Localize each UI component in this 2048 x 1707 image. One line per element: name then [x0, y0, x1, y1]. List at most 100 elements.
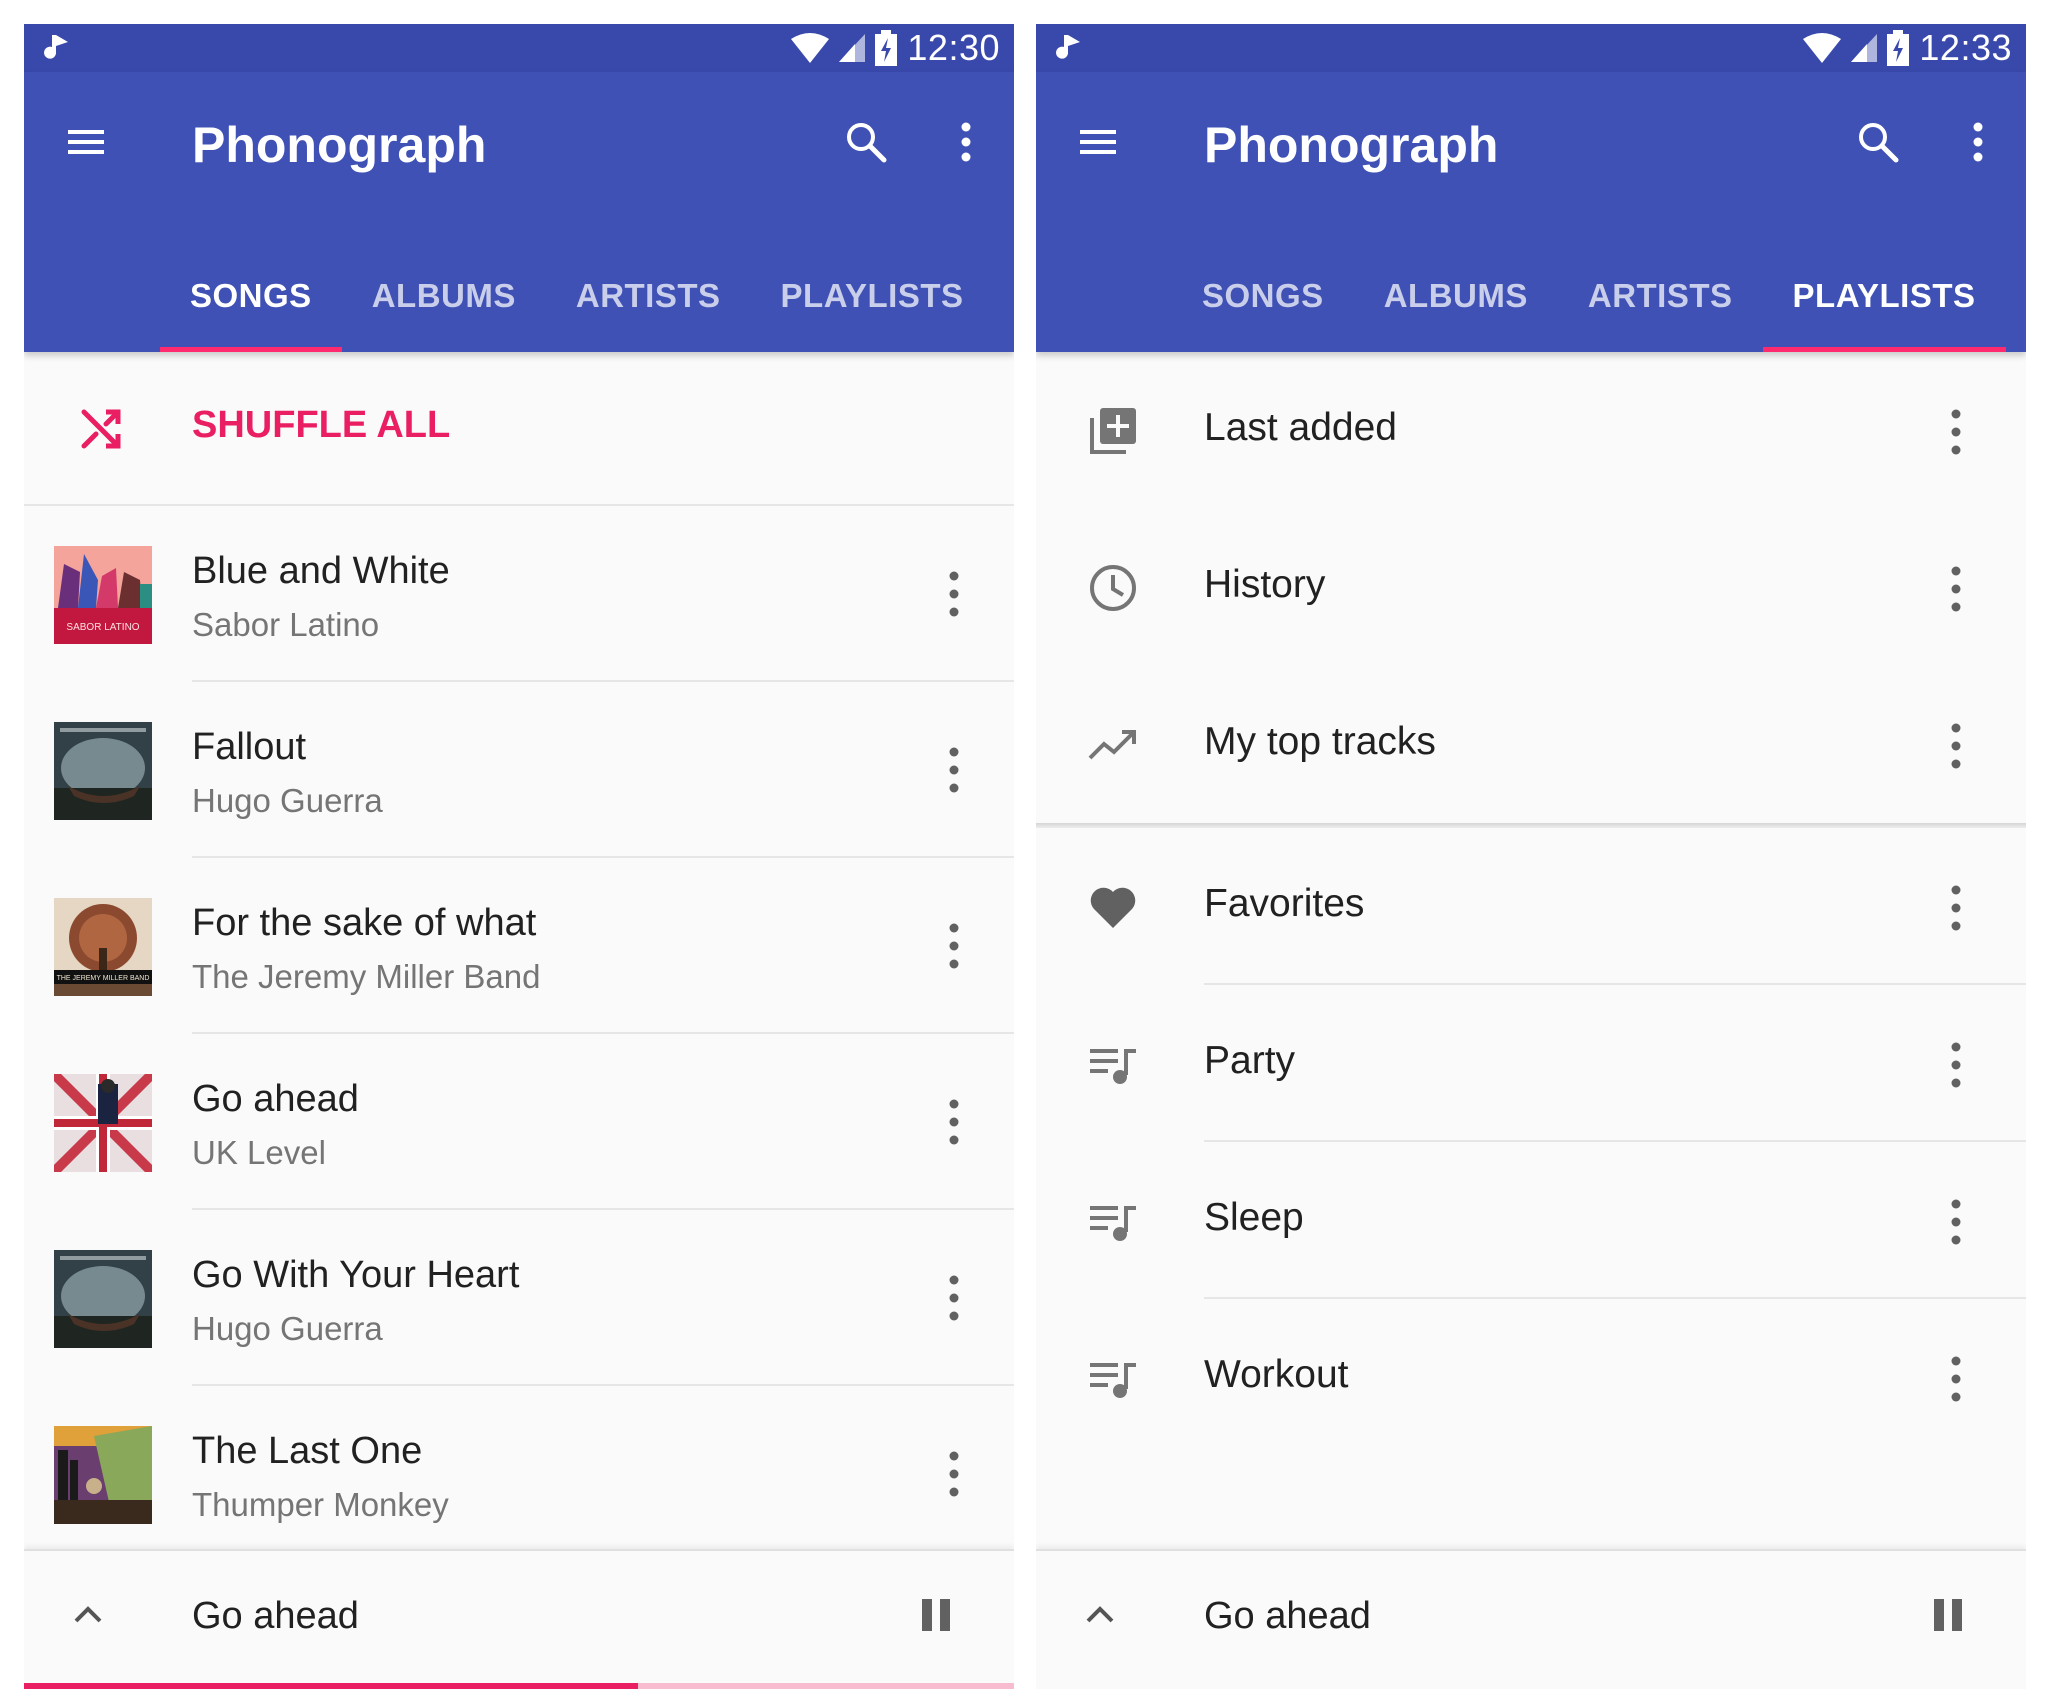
search-icon[interactable] [838, 114, 894, 170]
search-icon[interactable] [1850, 114, 1906, 170]
song-row[interactable]: Fallout Hugo Guerra [24, 682, 1014, 858]
more-vert-icon[interactable] [944, 1094, 964, 1150]
tab-artists[interactable]: ARTISTS [546, 240, 751, 352]
playlist-row-top-tracks[interactable]: My top tracks [1036, 666, 2026, 823]
song-row[interactable]: THE JEREMY MILLER BAND For the sake of w… [24, 858, 1014, 1034]
queue-music-icon [1090, 1049, 1136, 1084]
playlist-label: My top tracks [1204, 720, 1436, 763]
status-time: 12:33 [1919, 27, 2012, 68]
tab-bar: SONGS ALBUMS ARTISTS PLAYLISTS [1172, 240, 2006, 352]
album-art-fallout [54, 722, 152, 820]
queue-music-icon [1090, 1206, 1136, 1241]
song-row[interactable]: The Last One Thumper Monkey [24, 1386, 1014, 1562]
wifi-icon [1803, 33, 1842, 63]
chevron-up-icon[interactable] [68, 1595, 108, 1635]
more-vert-icon[interactable] [1946, 718, 1966, 774]
cell-signal-icon [1851, 34, 1878, 62]
clock-icon [1090, 565, 1136, 611]
app-toolbar: Phonograph SONGS ALBUMS ARTISTS PLAYLIST… [1036, 72, 2026, 352]
status-bar: 12:30 [24, 24, 1014, 72]
menu-icon[interactable] [58, 118, 114, 166]
playlist-label: Last added [1204, 406, 1398, 449]
song-title: Go With Your Heart [192, 1254, 520, 1296]
queue-music-icon [1090, 1363, 1136, 1398]
more-vert-icon[interactable] [1946, 1351, 1966, 1407]
app-title: Phonograph [1204, 117, 1499, 173]
song-list: SHUFFLE ALL SABOR LATINO Blue and White … [24, 352, 1014, 1562]
playlist-label: Sleep [1204, 1196, 1304, 1239]
chevron-up-icon[interactable] [1080, 1595, 1120, 1635]
tab-songs[interactable]: SONGS [1172, 240, 1354, 352]
playlist-row-favorites[interactable]: Favorites [1036, 828, 2026, 985]
now-playing-title[interactable]: Go ahead [192, 1595, 359, 1638]
song-artist: Sabor Latino [192, 606, 380, 643]
more-vert-icon[interactable] [944, 918, 964, 974]
more-vert-icon[interactable] [1946, 561, 1966, 617]
more-vert-icon[interactable] [1946, 404, 1966, 460]
svg-text:THE JEREMY MILLER BAND: THE JEREMY MILLER BAND [57, 975, 150, 982]
song-row[interactable]: Go ahead UK Level [24, 1034, 1014, 1210]
battery-charging-icon [875, 30, 898, 66]
more-vert-icon[interactable] [944, 566, 964, 622]
playback-progress-fill [24, 1683, 638, 1689]
song-row[interactable]: SABOR LATINO Blue and White Sabor Latino [24, 506, 1014, 682]
phonograph-notification-icon [44, 35, 68, 59]
more-vert-icon[interactable] [946, 114, 986, 170]
more-vert-icon[interactable] [944, 1270, 964, 1326]
trending-up-icon [1088, 730, 1136, 760]
tab-playlists[interactable]: PLAYLISTS [1762, 240, 2006, 352]
playlist-label: Favorites [1204, 882, 1365, 925]
playback-progress[interactable] [24, 1683, 1014, 1689]
menu-icon[interactable] [1070, 118, 1126, 166]
song-artist: Hugo Guerra [192, 1310, 383, 1347]
tab-bar: SONGS ALBUMS ARTISTS PLAYLISTS [160, 240, 994, 352]
mini-player[interactable]: Go ahead [24, 1549, 1014, 1689]
songs-screen: 12:30 Phonograph SONGS ALBUMS ARTISTS PL… [24, 24, 1014, 1689]
app-title: Phonograph [192, 117, 487, 173]
playlist-label: Party [1204, 1039, 1296, 1082]
playlist-row-sleep[interactable]: Sleep [1036, 1142, 2026, 1299]
mini-player[interactable]: Go ahead [1036, 1549, 2026, 1689]
tab-albums[interactable]: ALBUMS [342, 240, 546, 352]
album-art-thumper-monkey [54, 1426, 152, 1524]
playlist-row-last-added[interactable]: Last added [1036, 352, 2026, 509]
status-bar: 12:33 [1036, 24, 2026, 72]
status-time: 12:30 [907, 27, 1000, 68]
tab-playlists[interactable]: PLAYLISTS [751, 240, 994, 352]
playlist-label: Workout [1204, 1353, 1349, 1396]
playlist-row-party[interactable]: Party [1036, 985, 2026, 1142]
album-art-go-with-your-heart [54, 1250, 152, 1348]
library-add-icon [1090, 408, 1136, 454]
tab-albums[interactable]: ALBUMS [1354, 240, 1558, 352]
song-title: Blue and White [192, 550, 450, 592]
album-art-sabor-latino: SABOR LATINO [54, 546, 152, 644]
song-title: The Last One [192, 1430, 423, 1472]
more-vert-icon[interactable] [1946, 1194, 1966, 1250]
tab-songs[interactable]: SONGS [160, 240, 342, 352]
shuffle-icon [81, 409, 121, 449]
playlist-label: History [1204, 563, 1326, 606]
shuffle-all-label: SHUFFLE ALL [192, 404, 451, 446]
song-artist: Thumper Monkey [192, 1486, 449, 1523]
playlist-list: Last added History My top tracks Favorit… [1036, 352, 2026, 1456]
song-title: Fallout [192, 726, 307, 768]
song-title: For the sake of what [192, 902, 537, 944]
now-playing-title[interactable]: Go ahead [1204, 1595, 1371, 1638]
more-vert-icon[interactable] [944, 1446, 964, 1502]
more-vert-icon[interactable] [1946, 880, 1966, 936]
playlist-row-workout[interactable]: Workout [1036, 1299, 2026, 1456]
song-artist: UK Level [192, 1134, 326, 1171]
svg-text:SABOR LATINO: SABOR LATINO [66, 622, 139, 633]
more-vert-icon[interactable] [944, 742, 964, 798]
playlist-row-history[interactable]: History [1036, 509, 2026, 666]
pause-icon[interactable] [1930, 1595, 1966, 1635]
phonograph-notification-icon [1056, 35, 1080, 59]
shuffle-all-button[interactable]: SHUFFLE ALL [24, 352, 1014, 506]
heart-icon [1090, 887, 1136, 928]
song-artist: The Jeremy Miller Band [192, 958, 541, 995]
more-vert-icon[interactable] [1958, 114, 1998, 170]
more-vert-icon[interactable] [1946, 1037, 1966, 1093]
pause-icon[interactable] [918, 1595, 954, 1635]
tab-artists[interactable]: ARTISTS [1558, 240, 1763, 352]
song-row[interactable]: Go With Your Heart Hugo Guerra [24, 1210, 1014, 1386]
